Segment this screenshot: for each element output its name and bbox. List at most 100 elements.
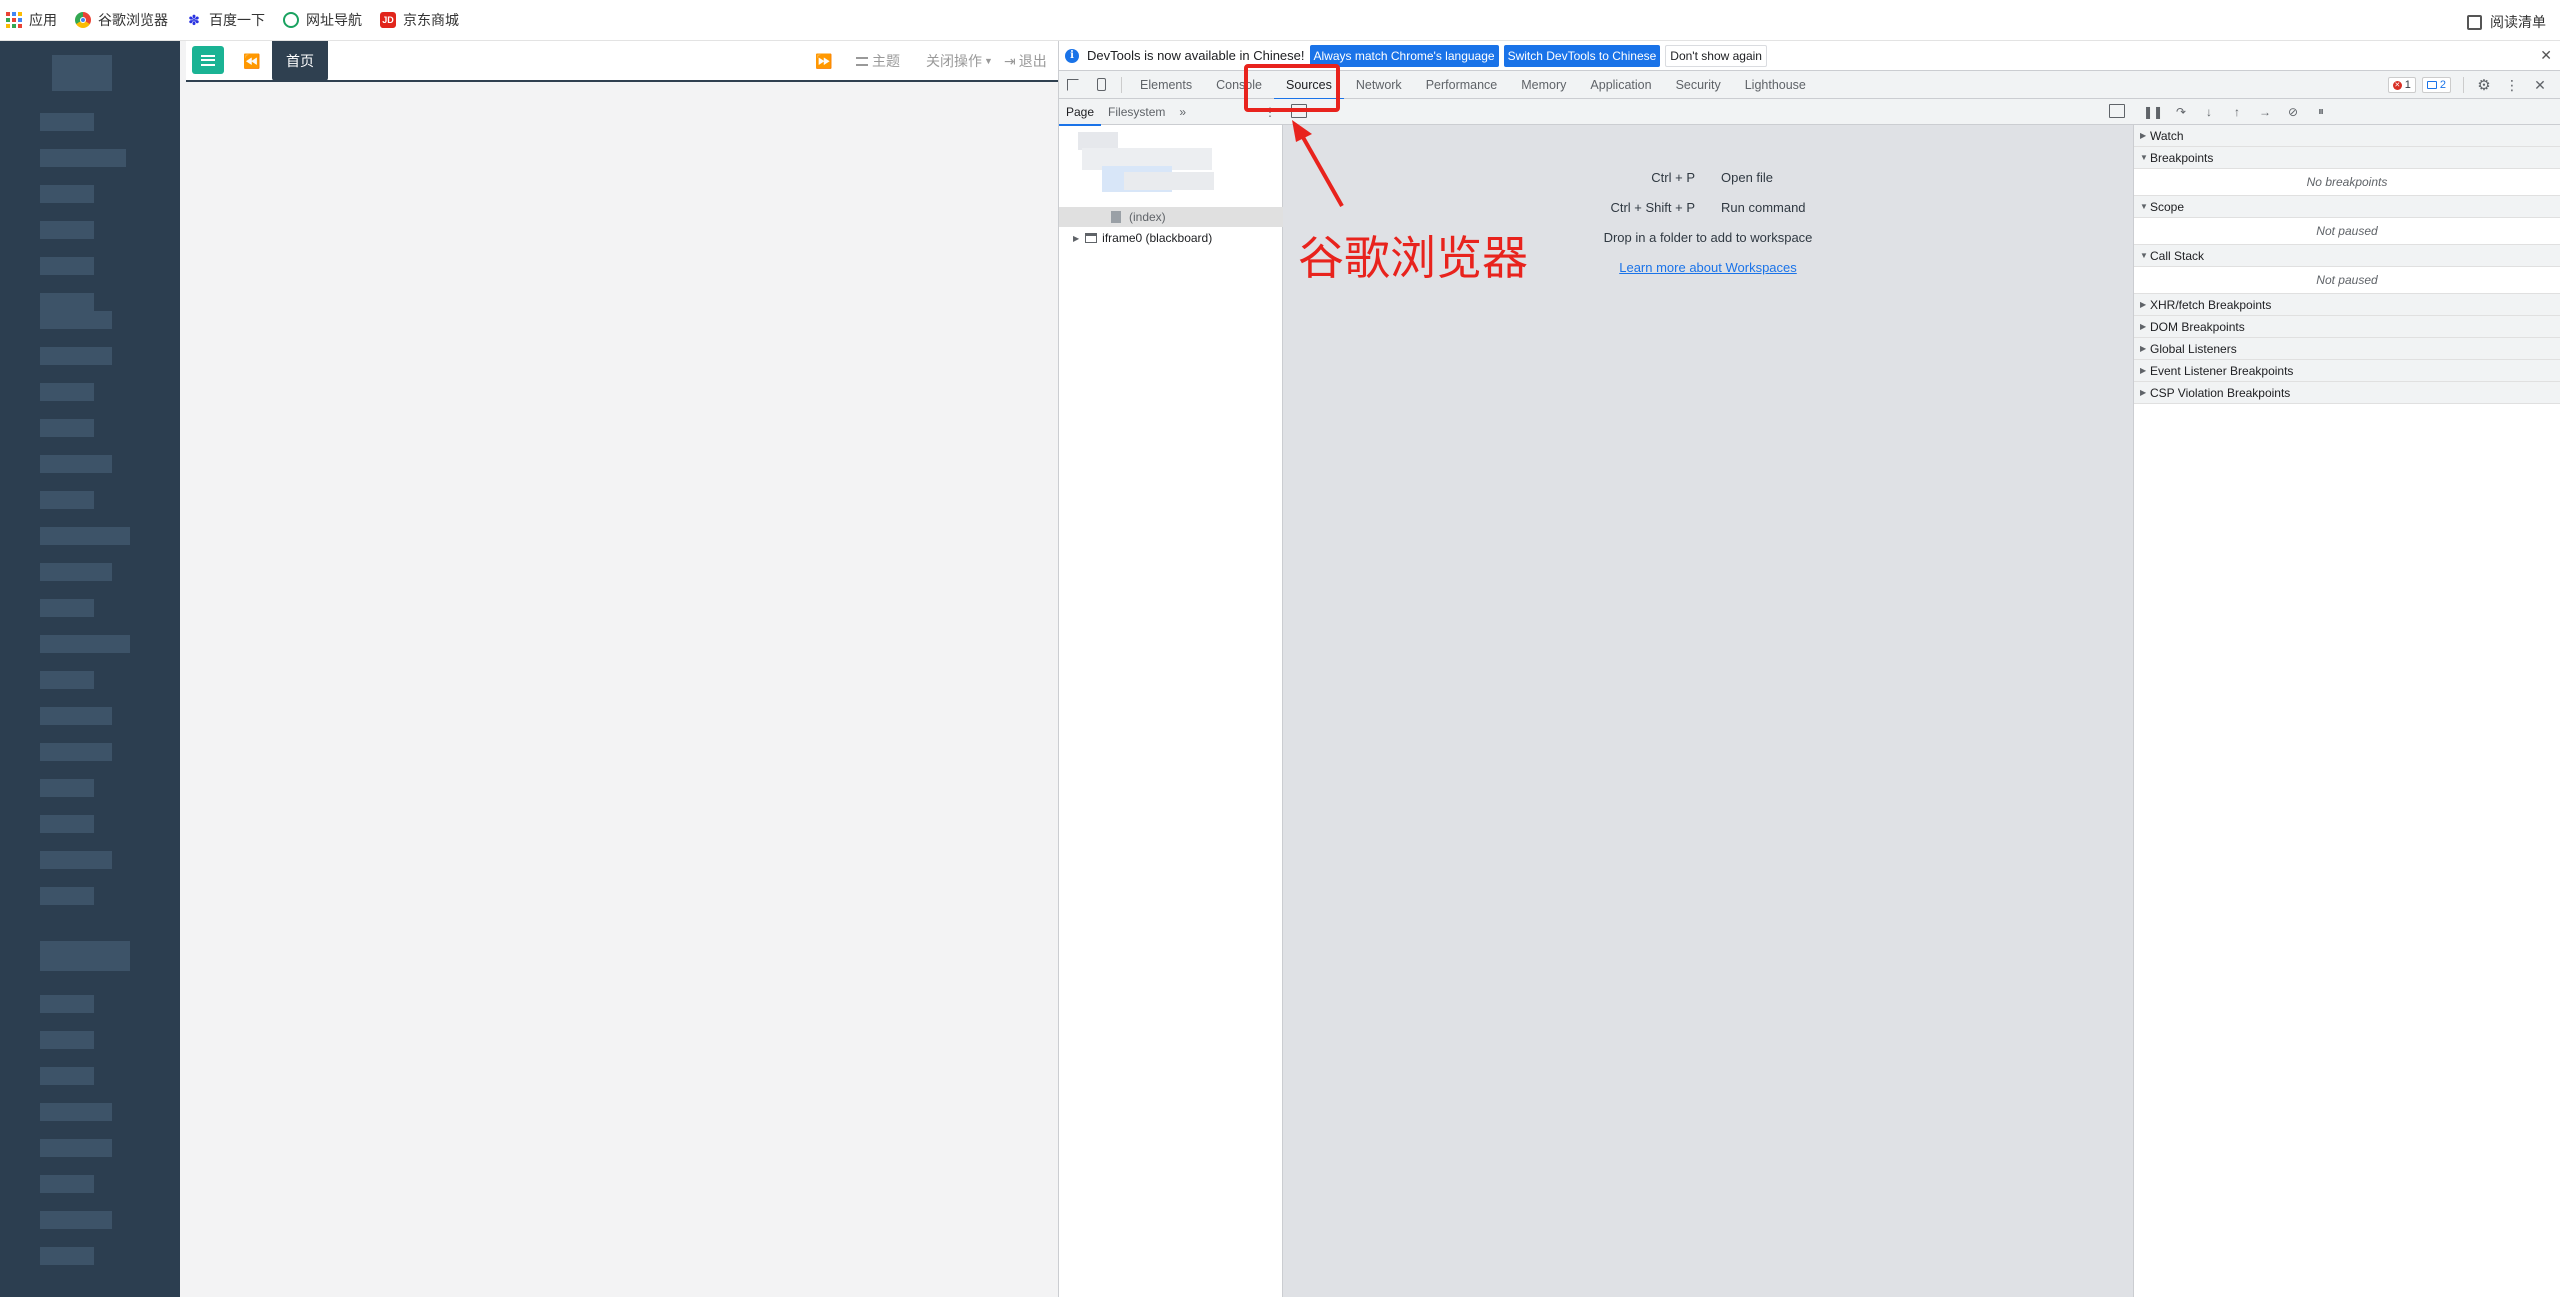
close-devtools-button[interactable]: ✕: [2526, 71, 2554, 99]
section-scope[interactable]: ▼ Scope: [2134, 196, 2560, 218]
sidebar-item[interactable]: [40, 995, 94, 1013]
sidebar-item[interactable]: [40, 527, 130, 545]
tab-memory[interactable]: Memory: [1509, 71, 1578, 99]
sidebar-item[interactable]: [40, 1067, 94, 1085]
step-over-button[interactable]: ↷: [2167, 101, 2195, 123]
sidebar-item[interactable]: [40, 779, 94, 797]
step-into-button[interactable]: ↓: [2195, 101, 2223, 123]
nav-site-icon: [283, 12, 299, 28]
navigator-tab-page[interactable]: Page: [1059, 99, 1102, 126]
sidebar-item[interactable]: [40, 311, 112, 329]
tab-scroll-left-button[interactable]: ⏪: [240, 48, 264, 74]
bookmark-apps[interactable]: 应用: [6, 10, 57, 30]
section-csp-breakpoints[interactable]: ▶ CSP Violation Breakpoints: [2134, 382, 2560, 404]
theme-button[interactable]: 主题: [856, 48, 900, 74]
message-count-badge[interactable]: 2: [2421, 77, 2451, 93]
sidebar-item[interactable]: [40, 887, 94, 905]
bookmark-jd[interactable]: JD 京东商城: [380, 10, 459, 30]
tab-elements[interactable]: Elements: [1128, 71, 1204, 99]
step-button[interactable]: →: [2251, 101, 2279, 123]
sidebar-item[interactable]: [40, 113, 94, 131]
sidebar-item[interactable]: [40, 383, 94, 401]
sidebar-item[interactable]: [40, 1175, 94, 1193]
close-ops-dropdown[interactable]: 关闭操作 ▼: [926, 48, 993, 74]
section-event-listener-breakpoints[interactable]: ▶ Event Listener Breakpoints: [2134, 360, 2560, 382]
tab-lighthouse[interactable]: Lighthouse: [1733, 71, 1818, 99]
learn-workspaces-link[interactable]: Learn more about Workspaces: [1619, 260, 1797, 275]
app-content: [186, 41, 1058, 1297]
section-xhr-breakpoints[interactable]: ▶ XHR/fetch Breakpoints: [2134, 294, 2560, 316]
double-chevron-left-icon: ⏪: [243, 52, 261, 69]
sidebar-item[interactable]: [40, 635, 130, 653]
sidebar-item[interactable]: [40, 1103, 112, 1121]
section-dom-breakpoints[interactable]: ▶ DOM Breakpoints: [2134, 316, 2560, 338]
tree-iframe[interactable]: ▶ iframe0 (blackboard): [1059, 228, 1283, 248]
dont-show-again-button[interactable]: Don't show again: [1665, 44, 1767, 67]
sidebar-item[interactable]: [40, 491, 94, 509]
sidebar-item[interactable]: [40, 1247, 94, 1265]
tab-scroll-right-button[interactable]: ⏩: [812, 48, 836, 74]
tab-network[interactable]: Network: [1344, 71, 1414, 99]
sidebar-item[interactable]: [40, 347, 112, 365]
sidebar-item[interactable]: [40, 257, 94, 275]
workspace-link-row: Learn more about Workspaces: [1483, 260, 1933, 275]
sidebar-item[interactable]: [40, 599, 94, 617]
caret-down-icon: ▼: [984, 56, 993, 66]
step-icon: →: [2259, 104, 2271, 119]
more-tabs-button[interactable]: »: [1172, 99, 1193, 125]
sidebar-item[interactable]: [40, 815, 94, 833]
section-call-stack[interactable]: ▼ Call Stack: [2134, 245, 2560, 267]
sidebar-item[interactable]: [40, 671, 94, 689]
apps-grid-icon: [6, 12, 22, 28]
sidebar-item[interactable]: [40, 221, 94, 239]
pause-on-exceptions-button[interactable]: ⏸: [2307, 101, 2335, 123]
bookmark-nav[interactable]: 网址导航: [283, 10, 362, 30]
sidebar-item[interactable]: [40, 563, 112, 581]
inspect-element-button[interactable]: [1059, 71, 1087, 99]
reading-list-button[interactable]: 阅读清单: [2467, 12, 2546, 32]
sidebar-item[interactable]: [40, 185, 94, 203]
deactivate-breakpoints-button[interactable]: ⊘: [2279, 101, 2307, 123]
logout-button[interactable]: ⇥ 退出: [1004, 48, 1047, 74]
step-over-icon: ↷: [2175, 104, 2187, 119]
sidebar-item[interactable]: [40, 707, 112, 725]
device-toolbar-button[interactable]: [1087, 71, 1115, 99]
error-count-badge[interactable]: ✕ 1: [2387, 77, 2416, 93]
sidebar-item[interactable]: [40, 743, 112, 761]
logout-icon: ⇥: [1004, 52, 1016, 69]
sidebar-avatar[interactable]: [52, 55, 112, 91]
jd-logo-icon: JD: [380, 12, 396, 28]
section-watch[interactable]: ▶ Watch: [2134, 125, 2560, 147]
menu-toggle-button[interactable]: [192, 46, 224, 74]
more-options-button[interactable]: ⋮: [2498, 71, 2526, 99]
tab-security[interactable]: Security: [1664, 71, 1733, 99]
sidebar-item[interactable]: [40, 419, 94, 437]
close-icon[interactable]: ✕: [2540, 47, 2552, 64]
tab-home[interactable]: 首页: [272, 41, 328, 81]
info-icon: i: [1065, 48, 1079, 63]
sidebar-item[interactable]: [40, 851, 112, 869]
settings-button[interactable]: ⚙: [2470, 71, 2498, 99]
sidebar-item[interactable]: [40, 455, 112, 473]
sidebar-item[interactable]: [40, 941, 130, 971]
tab-performance[interactable]: Performance: [1414, 71, 1510, 99]
annotation-label: 谷歌浏览器: [1298, 231, 1528, 285]
tab-application[interactable]: Application: [1578, 71, 1663, 99]
section-breakpoints[interactable]: ▼ Breakpoints: [2134, 147, 2560, 169]
sidebar-item[interactable]: [40, 293, 94, 311]
sidebar-item[interactable]: [40, 1211, 112, 1229]
tree-file-index[interactable]: (index): [1059, 207, 1283, 227]
sidebar-item[interactable]: [40, 1031, 94, 1049]
bookmark-chrome[interactable]: 谷歌浏览器: [75, 10, 168, 30]
sidebar-item[interactable]: [40, 149, 126, 167]
toggle-debugger-icon[interactable]: [2109, 104, 2125, 118]
navigator-tab-filesystem[interactable]: Filesystem: [1101, 99, 1172, 125]
shortcut-label-open-file: Open file: [1721, 170, 1774, 185]
section-global-listeners[interactable]: ▶ Global Listeners: [2134, 338, 2560, 360]
always-match-language-button[interactable]: Always match Chrome's language: [1309, 44, 1499, 67]
step-out-button[interactable]: ↑: [2223, 101, 2251, 123]
sidebar-item[interactable]: [40, 1139, 112, 1157]
bookmark-baidu[interactable]: ✽ 百度一下: [186, 10, 265, 30]
switch-to-chinese-button[interactable]: Switch DevTools to Chinese: [1503, 44, 1661, 67]
pause-button[interactable]: ❚❚: [2139, 101, 2167, 123]
